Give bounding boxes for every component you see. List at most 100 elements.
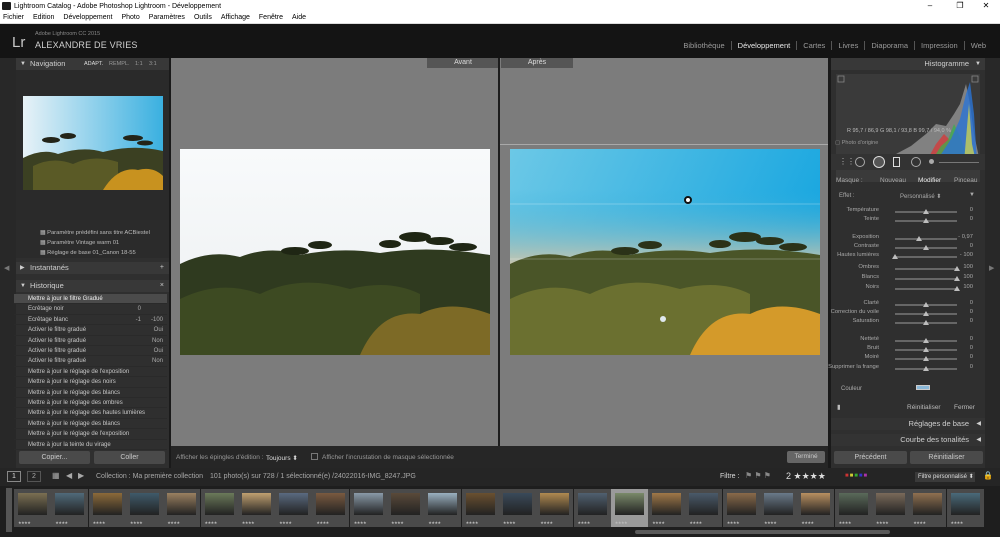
history-item[interactable]: Ecrêtage noir 0: [14, 304, 167, 315]
previous-button[interactable]: Précédent: [834, 451, 907, 464]
filmstrip-thumbnail[interactable]: ★★★★: [88, 489, 126, 527]
reset-button[interactable]: Réinitialiser: [910, 451, 983, 464]
module-cartes[interactable]: Cartes: [796, 41, 831, 50]
filmstrip-thumbnail[interactable]: ★★★★: [14, 489, 51, 527]
slider-row[interactable]: Noirs 100: [835, 284, 975, 293]
slider-thumb[interactable]: [923, 301, 929, 307]
module-impression[interactable]: Impression: [914, 41, 964, 50]
filmstrip-thumbnail[interactable]: ★★★★: [498, 489, 536, 527]
minimize-icon[interactable]: –: [916, 0, 944, 12]
history-item[interactable]: Activer le filtre gradué Non: [14, 336, 167, 346]
slider-value[interactable]: - 0,97: [958, 234, 973, 240]
slider-track[interactable]: [895, 238, 957, 240]
toggle-icon[interactable]: ▮: [837, 403, 841, 411]
module-diaporama[interactable]: Diaporama: [864, 41, 914, 50]
menu-parametres[interactable]: Paramètres: [149, 14, 185, 21]
filmstrip-scroll-left[interactable]: [6, 488, 12, 532]
slider-row[interactable]: Moiré 0: [835, 354, 975, 363]
filmstrip-thumbnail[interactable]: ★★★★: [387, 489, 424, 527]
filmstrip-thumbnail[interactable]: ★★★★: [871, 489, 909, 527]
slider-value[interactable]: - 100: [960, 252, 973, 258]
histogram-header[interactable]: Histogramme ▼: [831, 58, 985, 70]
clear-history-icon[interactable]: ×: [160, 280, 164, 292]
menu-edition[interactable]: Edition: [33, 14, 54, 21]
filmstrip-scrollbar[interactable]: [635, 530, 890, 534]
slider-value[interactable]: 100: [963, 264, 973, 270]
preset-item[interactable]: ▦ Réglage de base 01_Canon 18-55: [40, 250, 136, 256]
history-item[interactable]: Activer le filtre gradué Non: [14, 356, 167, 367]
filmstrip-thumbnail[interactable]: ★★★★: [461, 489, 499, 527]
page-2[interactable]: 2: [27, 471, 41, 482]
overlay-checkbox[interactable]: [311, 453, 318, 460]
spot-removal-icon[interactable]: [855, 157, 865, 167]
close-mask[interactable]: Fermer: [954, 404, 975, 411]
add-snapshot-icon[interactable]: +: [160, 262, 164, 274]
paste-button[interactable]: Coller: [94, 451, 165, 464]
filmstrip-thumbnail[interactable]: ★★★★: [722, 489, 760, 527]
history-item[interactable]: Mettre à jour le réglage des hautes lumi…: [14, 408, 167, 419]
filmstrip-thumbnail[interactable]: ★★★★: [797, 489, 835, 527]
brush-icon[interactable]: [929, 159, 934, 164]
filmstrip-thumbnail[interactable]: ★★★★: [648, 489, 686, 527]
tone-curve-header[interactable]: Courbe des tonalités ◀: [831, 434, 985, 446]
slider-thumb[interactable]: [923, 355, 929, 361]
redeye-icon[interactable]: [873, 156, 885, 168]
menu-outils[interactable]: Outils: [194, 14, 212, 21]
filmstrip-thumbnail[interactable]: ★★★★: [610, 489, 648, 527]
filmstrip-thumbnail[interactable]: ★★★★: [573, 489, 611, 527]
slider-row[interactable]: Supprimer la frange 0: [828, 364, 975, 373]
filmstrip-thumbnail[interactable]: ★★★★: [424, 489, 462, 527]
filmstrip-thumbnail[interactable]: ★★★★: [946, 489, 984, 527]
flag-filter-icon[interactable]: ⚑ ⚑ ⚑: [745, 471, 771, 480]
slider-track[interactable]: [895, 288, 957, 290]
history-item[interactable]: Mettre à jour le filtre Gradué: [14, 294, 167, 305]
reset-mask[interactable]: Réinitialiser: [907, 404, 941, 411]
slider-thumb[interactable]: [954, 285, 960, 291]
slider-row[interactable]: Hautes lumières - 100: [835, 252, 975, 261]
slider-thumb[interactable]: [923, 244, 929, 250]
history-item[interactable]: Activer le filtre gradué Oui: [14, 325, 167, 336]
menu-aide[interactable]: Aide: [292, 14, 306, 21]
slider-row[interactable]: Exposition - 0,97: [835, 234, 975, 243]
graduated-filter-pin[interactable]: [684, 196, 692, 204]
effect-select[interactable]: Personnalisé ⬍: [900, 193, 941, 200]
collection-source[interactable]: Collection : Ma première collection: [96, 473, 203, 480]
filmstrip-thumbnail[interactable]: ★★★★: [312, 489, 350, 527]
module-web[interactable]: Web: [963, 41, 992, 50]
mask-new[interactable]: Nouveau: [880, 177, 906, 184]
slider-row[interactable]: Température 0: [835, 207, 975, 216]
lock-icon[interactable]: 🔒: [983, 471, 993, 480]
module-bibliotheque[interactable]: Bibliothèque: [677, 41, 730, 50]
menu-fichier[interactable]: Fichier: [3, 14, 24, 21]
slider-row[interactable]: Netteté 0: [835, 336, 975, 345]
original-photo-checkbox[interactable]: ▢ Photo d'origine: [835, 140, 878, 146]
right-panel-toggle[interactable]: ▶: [985, 58, 1000, 468]
pins-select[interactable]: Toujours ⬍: [266, 454, 298, 462]
done-button[interactable]: Terminé: [787, 451, 825, 463]
history-item[interactable]: Mettre à jour le réglage des blancs: [14, 419, 167, 430]
filmstrip-thumbnail[interactable]: ★★★★: [834, 489, 872, 527]
menu-photo[interactable]: Photo: [121, 14, 139, 21]
slider-thumb[interactable]: [923, 346, 929, 352]
module-developpement[interactable]: Développement: [730, 41, 797, 50]
basic-header[interactable]: Réglages de base ◀: [831, 418, 985, 430]
navigator-header[interactable]: ▼ Navigation ADAPT. REMPL. 1:1 3:1: [16, 58, 169, 70]
grid-icon[interactable]: ▦: [52, 471, 60, 480]
filmstrip-thumbnail[interactable]: ★★★★: [909, 489, 947, 527]
color-filter-icon[interactable]: ■■■■■: [845, 473, 868, 479]
slider-thumb[interactable]: [954, 265, 960, 271]
mask-edit[interactable]: Modifier: [918, 177, 941, 184]
slider-thumb[interactable]: [954, 275, 960, 281]
history-item[interactable]: Ecrêtage blanc -1 -100: [14, 315, 167, 326]
page-1[interactable]: 1: [7, 471, 21, 482]
slider-track[interactable]: [895, 278, 957, 280]
close-icon[interactable]: ✕: [972, 0, 1000, 12]
color-swatch[interactable]: [916, 385, 930, 390]
slider-thumb[interactable]: [923, 319, 929, 325]
back-icon[interactable]: ◀: [66, 471, 72, 480]
zoom-1-1[interactable]: 1:1: [135, 58, 143, 70]
preset-item[interactable]: ▦ Paramètre Vintage warm 01: [40, 240, 119, 246]
slider-value[interactable]: 100: [963, 274, 973, 280]
slider-row[interactable]: Contraste 0: [835, 243, 975, 252]
history-item[interactable]: Mettre à jour le réglage de l'exposition: [14, 429, 167, 440]
